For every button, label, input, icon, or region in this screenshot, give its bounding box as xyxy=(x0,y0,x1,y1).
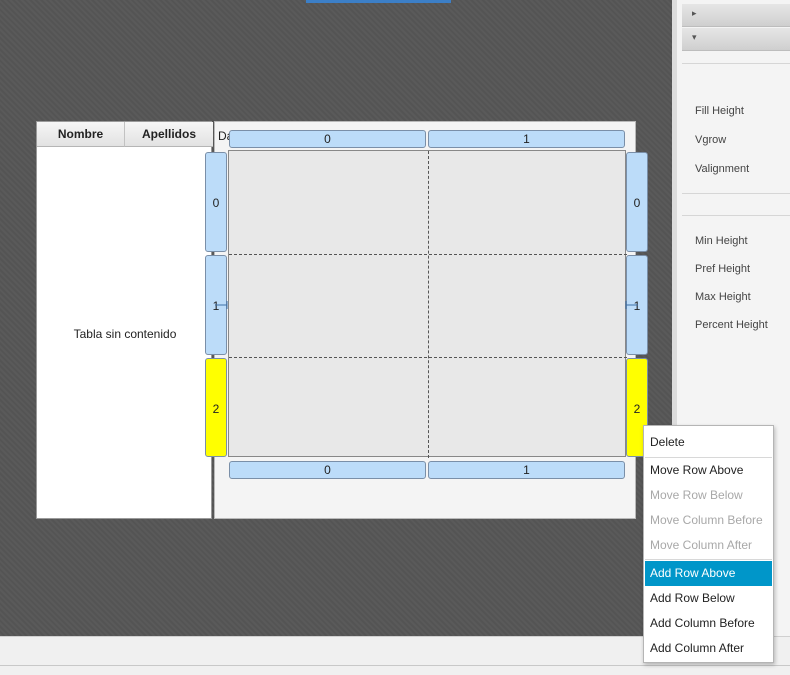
prop-fill-height: Fill Height xyxy=(695,105,744,117)
grid-pane[interactable] xyxy=(228,150,627,458)
row-guide xyxy=(229,254,627,255)
menu-item-move-column-before: Move Column Before xyxy=(650,513,763,527)
menu-item-move-row-below: Move Row Below xyxy=(650,488,743,502)
table-placeholder: Tabla sin contenido xyxy=(73,327,177,341)
column-header-nombre[interactable]: Nombre xyxy=(37,122,125,147)
prop-vgrow: Vgrow xyxy=(695,134,727,146)
menu-item-move-row-above[interactable]: Move Row Above xyxy=(645,458,772,483)
menu-item-add-row-below[interactable]: Add Row Below xyxy=(645,586,772,611)
column-handle-0-top[interactable]: 0 xyxy=(229,130,426,148)
prop-valignment: Valignment xyxy=(695,163,750,175)
column-handle-1-top[interactable]: 1 xyxy=(428,130,625,148)
table-view[interactable]: Nombre Apellidos Tabla sin contenido xyxy=(36,121,213,519)
resize-arrow-icon[interactable] xyxy=(215,299,229,309)
prop-min-height: Min Height xyxy=(695,235,748,247)
row-index-label: 0 xyxy=(633,196,641,210)
row-handle-0-right[interactable]: 0 xyxy=(626,152,648,252)
column-guide xyxy=(428,151,429,458)
divider xyxy=(682,215,790,216)
row-handle-0-left[interactable]: 0 xyxy=(205,152,227,252)
row-guide xyxy=(229,357,627,358)
divider xyxy=(682,193,790,194)
column-handle-0-bottom[interactable]: 0 xyxy=(229,461,426,479)
prop-max-height: Max Height xyxy=(695,291,751,303)
section-collapsed-header[interactable]: ▸ xyxy=(682,4,790,27)
column-handle-1-bottom[interactable]: 1 xyxy=(428,461,625,479)
row-index-label: 0 xyxy=(212,196,220,210)
row-index-label: 2 xyxy=(212,402,220,416)
divider xyxy=(682,63,790,64)
menu-item-delete[interactable]: Delete xyxy=(645,430,772,455)
active-tab-indicator xyxy=(306,0,451,3)
section-expanded-header[interactable]: ▾ xyxy=(682,28,790,51)
collapse-arrow-icon: ▾ xyxy=(692,32,697,42)
context-menu[interactable]: Delete Move Row Above Move Row Below Mov… xyxy=(643,425,774,663)
menu-item-add-column-after[interactable]: Add Column After xyxy=(645,636,772,661)
row-index-label: 2 xyxy=(633,402,641,416)
row-handle-2-left-selected[interactable]: 2 xyxy=(205,358,227,457)
menu-item-add-column-before[interactable]: Add Column Before xyxy=(645,611,772,636)
expand-arrow-icon: ▸ xyxy=(692,8,697,18)
divider xyxy=(0,665,790,666)
menu-item-add-row-above[interactable]: Add Row Above xyxy=(645,561,772,586)
resize-arrow-icon[interactable] xyxy=(624,299,638,309)
menu-separator xyxy=(645,559,772,560)
column-header-apellidos[interactable]: Apellidos xyxy=(125,122,213,147)
menu-item-move-column-after: Move Column After xyxy=(650,538,753,552)
prop-percent-height: Percent Height xyxy=(695,319,768,331)
prop-pref-height: Pref Height xyxy=(695,263,751,275)
